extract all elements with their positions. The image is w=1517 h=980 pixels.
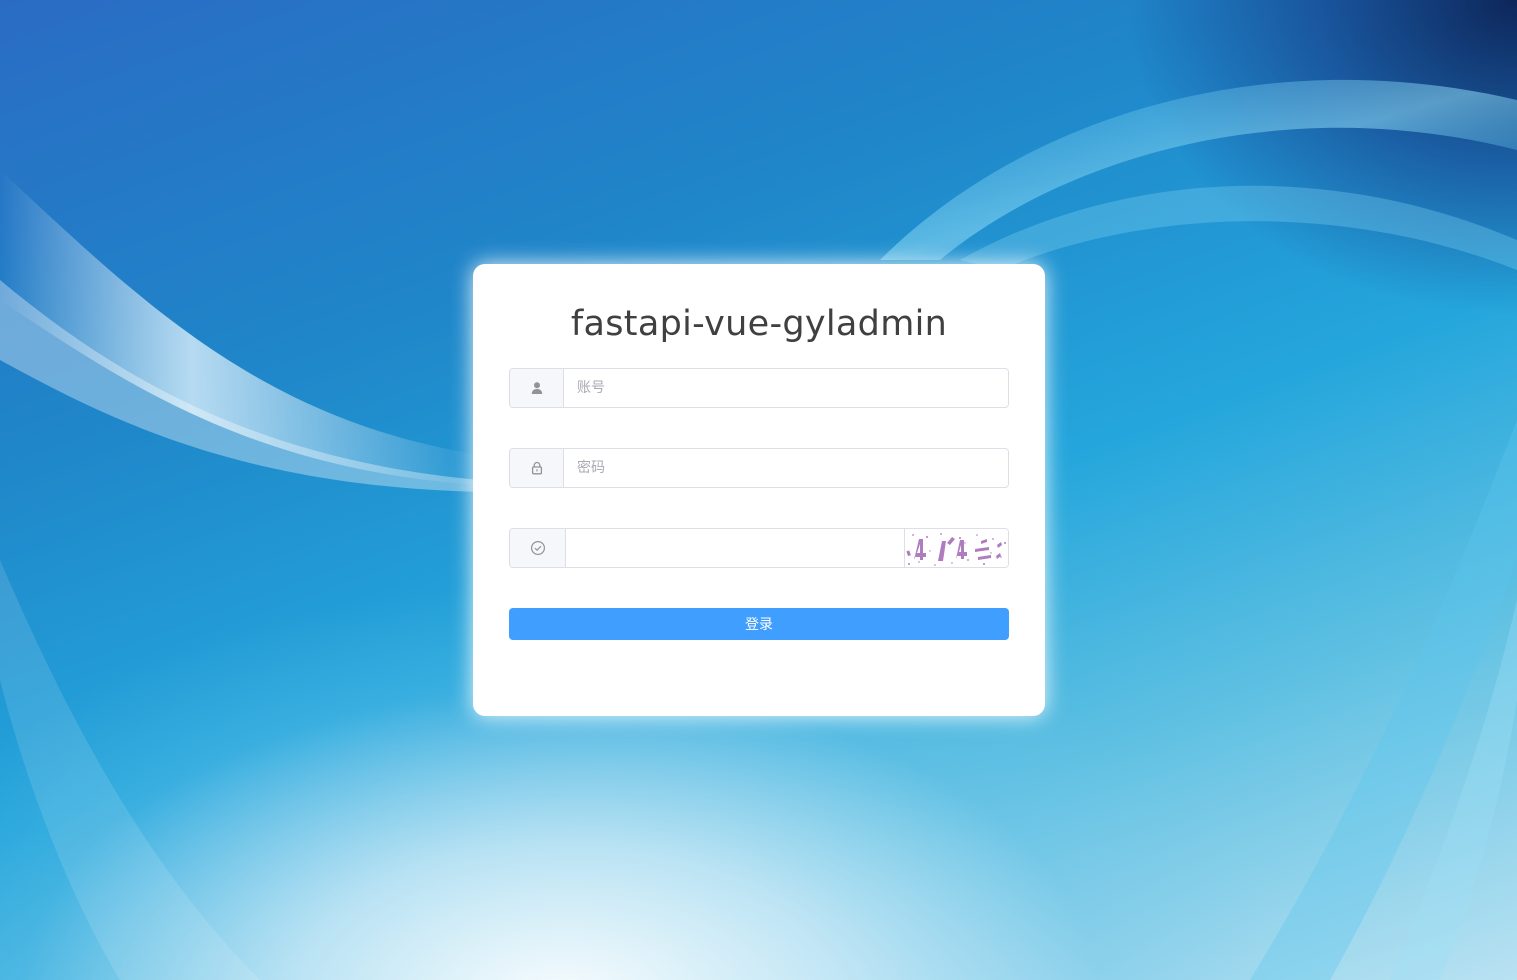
circle-check-icon bbox=[530, 540, 545, 556]
captcha-field[interactable] bbox=[509, 528, 1009, 568]
captcha-image[interactable] bbox=[904, 529, 1008, 567]
captcha-prepend bbox=[510, 529, 566, 567]
password-prepend bbox=[510, 449, 564, 487]
username-input[interactable] bbox=[564, 369, 1008, 407]
login-button[interactable]: 登录 bbox=[509, 608, 1009, 640]
username-prepend bbox=[510, 369, 564, 407]
login-card: fastapi-vue-gyladmin 账号 登录 bbox=[473, 264, 1045, 716]
lock-icon bbox=[531, 461, 542, 475]
user-icon bbox=[531, 382, 542, 394]
captcha-graphic bbox=[906, 533, 1006, 566]
password-field[interactable] bbox=[509, 448, 1009, 488]
password-input[interactable] bbox=[564, 449, 1008, 487]
captcha-input[interactable] bbox=[566, 529, 904, 567]
username-field[interactable] bbox=[509, 368, 1009, 408]
login-title: fastapi-vue-gyladmin bbox=[570, 304, 948, 344]
